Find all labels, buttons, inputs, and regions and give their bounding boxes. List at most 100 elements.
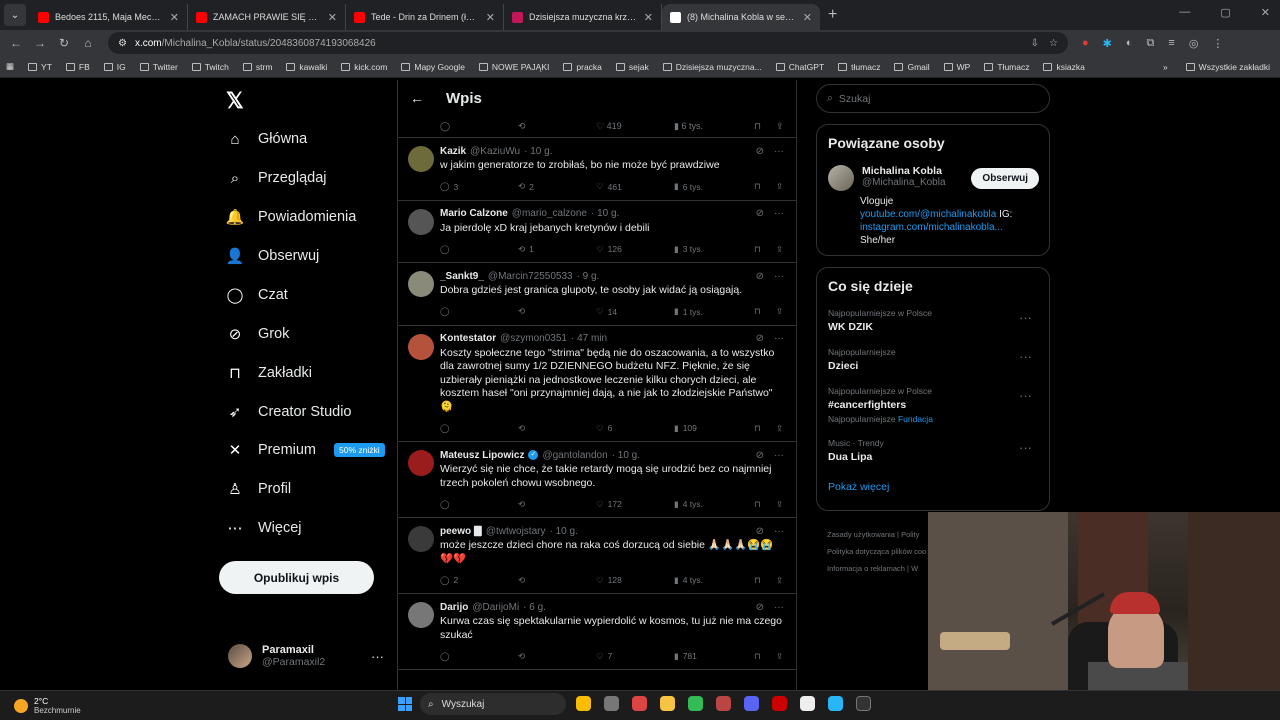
- tab-search-icon[interactable]: ⌄: [4, 4, 26, 26]
- share-icon[interactable]: ⇪: [776, 121, 784, 132]
- close-icon[interactable]: ✕: [1261, 6, 1270, 19]
- bookmark-item[interactable]: strm: [242, 62, 272, 72]
- views-button[interactable]: ▮ 6 tys.: [674, 121, 754, 132]
- repost-button[interactable]: ⟲ 1: [518, 244, 596, 255]
- avatar[interactable]: [408, 526, 434, 552]
- avatar[interactable]: [408, 208, 434, 235]
- grok-icon[interactable]: ⊘: [756, 271, 764, 282]
- new-tab-button[interactable]: +: [828, 6, 837, 24]
- x-logo-icon[interactable]: 𝕏: [226, 88, 244, 114]
- author-name[interactable]: Mateusz Lipowicz: [440, 450, 524, 461]
- bookmark-icon[interactable]: ⊓: [754, 575, 776, 586]
- tab-close-icon[interactable]: ✕: [803, 11, 812, 24]
- app-icon[interactable]: [856, 696, 871, 711]
- site-info-icon[interactable]: ⚙: [118, 38, 127, 49]
- reply-post[interactable]: Kontestator @szymon0351 · 47 min ⊘ ··· Ko…: [398, 326, 796, 442]
- repost-button[interactable]: ⟲: [518, 499, 596, 510]
- app-icon[interactable]: [688, 696, 703, 711]
- search-input[interactable]: ⌕ Szukaj: [816, 84, 1050, 113]
- reply-post[interactable]: Mateusz Lipowicz ✓ @gantolandon · 10 g. ⊘…: [398, 442, 796, 518]
- app-icon[interactable]: [716, 696, 731, 711]
- post-time[interactable]: · 9 g.: [577, 271, 600, 282]
- bookmark-item[interactable]: FB: [65, 62, 90, 72]
- tab-close-icon[interactable]: ✕: [644, 11, 653, 24]
- nav-item-zakładki[interactable]: ⊓ Zakładki: [226, 364, 312, 382]
- repost-button[interactable]: ⟲: [518, 651, 596, 662]
- reply-icon[interactable]: ◯: [440, 121, 518, 132]
- bookmark-item[interactable]: sejak: [615, 62, 649, 72]
- nav-item-główna[interactable]: ⌂ Główna: [226, 130, 307, 148]
- reply-button[interactable]: ◯: [440, 244, 518, 255]
- post-button[interactable]: Opublikuj wpis: [219, 561, 374, 594]
- trend-item[interactable]: Najpopularniejsze Dzieci ···: [828, 347, 1038, 372]
- like-button[interactable]: ♡ 14: [596, 306, 674, 317]
- repost-button[interactable]: ⟲: [518, 575, 596, 586]
- bookmark-item[interactable]: ChatGPT: [775, 62, 824, 72]
- bookmarks-more[interactable]: »: [1163, 62, 1168, 72]
- nav-item-premium[interactable]: ✕ Premium 50% zniżki: [226, 441, 385, 459]
- reply-button[interactable]: ◯: [440, 423, 518, 434]
- repost-icon[interactable]: ⟲: [518, 121, 596, 132]
- star-icon[interactable]: ☆: [1049, 38, 1058, 49]
- reply-post[interactable]: Kazik @KaziuWu · 10 g. ⊘ ··· w jakim gene…: [398, 138, 796, 201]
- post-time[interactable]: · 10 g.: [524, 146, 552, 157]
- author-handle[interactable]: @DarijoMi: [472, 602, 519, 613]
- bookmark-item[interactable]: Twitch: [191, 62, 229, 72]
- more-icon[interactable]: ···: [1019, 349, 1032, 364]
- tab-close-icon[interactable]: ✕: [328, 11, 337, 24]
- post-time[interactable]: · 10 g.: [612, 450, 640, 461]
- more-icon[interactable]: ···: [774, 146, 784, 157]
- repost-button[interactable]: ⟲ 2: [518, 181, 596, 192]
- author-handle[interactable]: @twtwojstary: [486, 526, 546, 537]
- menu-icon[interactable]: ⋮: [1212, 37, 1223, 50]
- post-time[interactable]: · 6 g.: [523, 602, 546, 613]
- show-more-link[interactable]: Pokaż więcej: [828, 481, 1038, 493]
- reply-post[interactable]: Darijo @DarijoMi · 6 g. ⊘ ··· Kurwa czas …: [398, 594, 796, 670]
- grok-icon[interactable]: ⊘: [756, 526, 764, 537]
- youtube-link[interactable]: youtube.com/@michalinakobla: [860, 209, 996, 220]
- reply-post[interactable]: peewo 🀫 @twtwojstary · 10 g. ⊘ ··· może j…: [398, 518, 796, 594]
- footer-line[interactable]: Informacja o reklamach | W: [827, 560, 937, 577]
- share-icon[interactable]: ⇪: [776, 423, 783, 434]
- views-button[interactable]: ▮ 4 tys.: [674, 575, 754, 586]
- like-button[interactable]: ♡ 461: [596, 181, 674, 192]
- more-icon[interactable]: ···: [774, 450, 784, 461]
- like-button[interactable]: ♡ 128: [596, 575, 674, 586]
- views-button[interactable]: ▮ 1 tys.: [674, 306, 754, 317]
- nav-item-powiadomienia[interactable]: 🔔 Powiadomienia: [226, 208, 357, 226]
- reply-button[interactable]: ◯: [440, 306, 518, 317]
- author-handle[interactable]: @szymon0351: [500, 333, 567, 344]
- trend-link[interactable]: Fundacja: [898, 414, 933, 424]
- avatar[interactable]: [408, 271, 434, 297]
- more-icon[interactable]: ···: [1019, 310, 1032, 325]
- bookmark-item[interactable]: kawalki: [286, 62, 327, 72]
- avatar[interactable]: [408, 333, 434, 360]
- nav-item-więcej[interactable]: ⋯ Więcej: [226, 519, 302, 537]
- author-handle[interactable]: @Marcin72550533: [488, 271, 573, 282]
- bookmark-icon[interactable]: ⊓: [754, 499, 776, 510]
- follow-button[interactable]: Obserwuj: [971, 168, 1039, 189]
- trend-item[interactable]: Najpopularniejsze w Polsce WK DZIK ···: [828, 308, 1038, 333]
- back-arrow-icon[interactable]: ←: [410, 90, 424, 106]
- author-handle[interactable]: @mario_calzone: [512, 208, 587, 219]
- all-bookmarks[interactable]: Wszystkie zakładki: [1185, 62, 1270, 72]
- author-name[interactable]: Kazik: [440, 146, 466, 157]
- apps-icon[interactable]: ▦: [6, 61, 14, 72]
- author-name[interactable]: Kontestator: [440, 333, 496, 344]
- bookmark-icon[interactable]: ⊓: [754, 121, 776, 132]
- grok-icon[interactable]: ⊘: [756, 450, 764, 461]
- bookmark-item[interactable]: Tłumacz: [984, 62, 1029, 72]
- repost-button[interactable]: ⟲: [518, 306, 596, 317]
- bookmark-icon[interactable]: ⊓: [754, 181, 776, 192]
- app-icon[interactable]: [632, 696, 647, 711]
- share-icon[interactable]: ⇪: [776, 651, 783, 662]
- nav-item-profil[interactable]: ♙ Profil: [226, 480, 291, 498]
- bookmark-item[interactable]: pracka: [563, 62, 602, 72]
- views-button[interactable]: ▮ 3 tys.: [674, 244, 754, 255]
- grok-icon[interactable]: ⊘: [756, 146, 764, 157]
- reload-icon[interactable]: ↻: [52, 36, 76, 50]
- avatar[interactable]: [408, 146, 434, 172]
- footer-line[interactable]: Zasady użytkowania | Polity: [827, 526, 937, 543]
- profile-avatar-icon[interactable]: ◎: [1189, 37, 1199, 50]
- avatar[interactable]: [408, 450, 434, 476]
